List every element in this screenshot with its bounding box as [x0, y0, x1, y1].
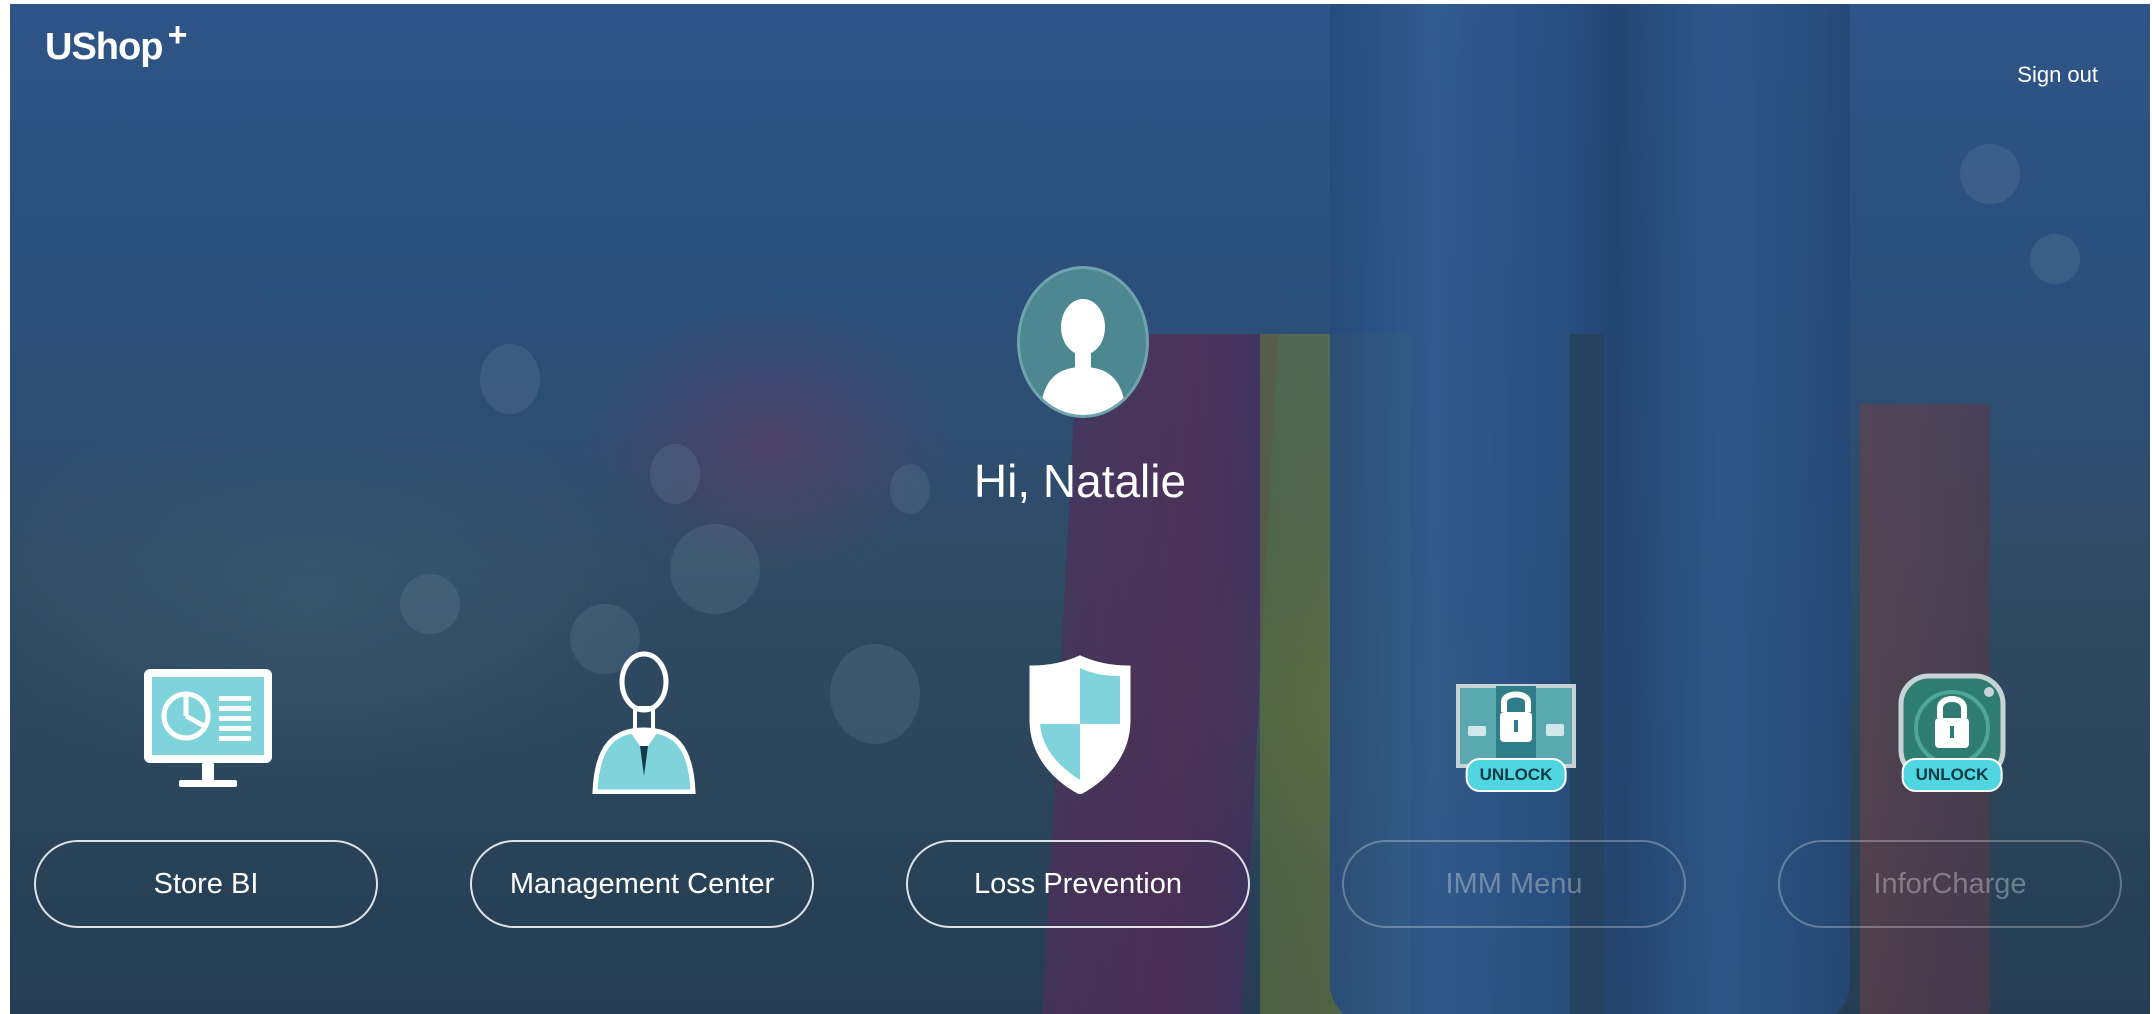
sign-out-link[interactable]: Sign out — [2017, 62, 2098, 88]
app-logo: UShop + — [45, 16, 187, 69]
avatar[interactable] — [1017, 266, 1149, 418]
inforcharge-button[interactable]: InforCharge — [1778, 840, 2122, 928]
user-silhouette-icon — [1040, 299, 1126, 415]
logo-plus: + — [167, 16, 188, 54]
unlock-badge[interactable]: UNLOCK — [1465, 758, 1567, 792]
unlock-badge[interactable]: UNLOCK — [1901, 758, 2003, 792]
imm-menu-button[interactable]: IMM Menu — [1342, 840, 1686, 928]
store-bi-button[interactable]: Store BI — [34, 840, 378, 928]
loss-prevention-button[interactable]: Loss Prevention — [906, 840, 1250, 928]
management-center-button[interactable]: Management Center — [470, 840, 814, 928]
manager-icon — [470, 651, 818, 794]
monitor-chart-icon — [34, 654, 382, 794]
shield-icon — [906, 654, 1254, 794]
home-screen: UShop + Sign out Hi, Natalie Store BI Ma… — [10, 4, 2150, 1014]
logo-text: UShop — [45, 26, 163, 68]
greeting-text: Hi, Natalie — [973, 455, 1187, 507]
